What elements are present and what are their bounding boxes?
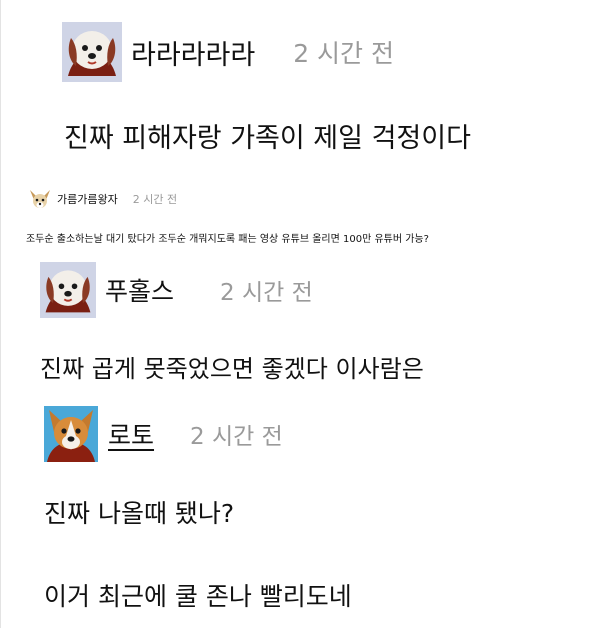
left-border xyxy=(0,0,1,628)
comment-author[interactable]: 로토 xyxy=(108,416,154,452)
comment-text: 진짜 나올때 됐나? xyxy=(44,499,235,528)
comment-header: 로토 2 시간 전 xyxy=(44,406,283,462)
comment-text: 이거 최근에 쿨 존나 빨리도네 xyxy=(44,582,352,611)
comment-text: 진짜 곱게 못죽었으면 좋겠다 이사람은 xyxy=(40,355,424,383)
comment-author[interactable]: 푸홀스 xyxy=(105,272,174,308)
comment-time: 2 시간 전 xyxy=(132,193,178,206)
puppy-avatar-icon[interactable] xyxy=(40,262,96,318)
corgi-avatar-icon[interactable] xyxy=(44,406,98,462)
comment-author[interactable]: 라라라라라 xyxy=(131,33,255,72)
chihuahua-avatar-icon[interactable] xyxy=(28,188,52,210)
comment-header: 가름가름왕자 2 시간 전 xyxy=(28,188,177,210)
comment-time: 2 시간 전 xyxy=(190,424,283,450)
comment-header: 푸홀스 2 시간 전 xyxy=(40,262,313,318)
comment-time: 2 시간 전 xyxy=(220,280,313,306)
comment-author[interactable]: 가름가름왕자 xyxy=(57,191,118,207)
comment-text: 조두순 출소하는날 대기 탔다가 조두순 개뭐지도록 패는 영상 유튜브 올리면… xyxy=(26,234,429,245)
puppy-avatar-icon[interactable] xyxy=(62,22,122,82)
comment-text: 진짜 피해자랑 가족이 제일 걱정이다 xyxy=(64,123,471,154)
comment-header: 라라라라라 2 시간 전 xyxy=(62,22,394,82)
comment-time: 2 시간 전 xyxy=(293,39,395,68)
